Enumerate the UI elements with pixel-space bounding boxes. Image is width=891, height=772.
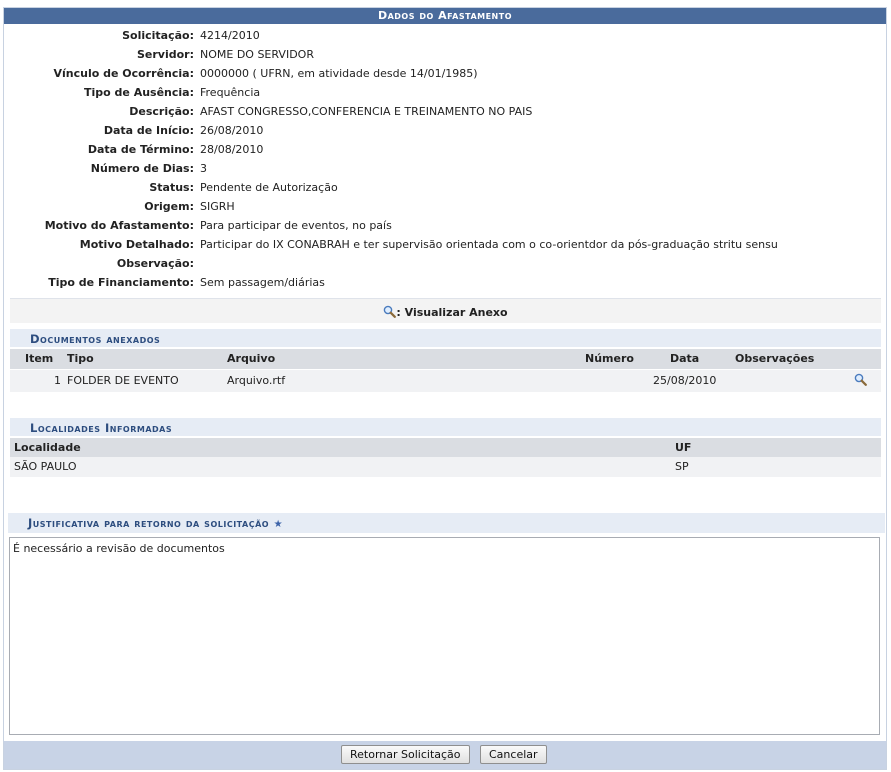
field-value: AFAST CONGRESSO,CONFERENCIA E TREINAMENT… xyxy=(200,105,533,118)
field-value: 0000000 ( UFRN, em atividade desde 14/01… xyxy=(200,67,478,80)
field-value: Participar do IX CONABRAH e ter supervis… xyxy=(200,238,778,251)
col-data: Data xyxy=(670,352,700,365)
cell-data: 25/08/2010 xyxy=(653,374,717,387)
cell-item: 1 xyxy=(54,374,61,387)
documents-table-header: Item Tipo Arquivo Número Data Observaçõe… xyxy=(10,349,881,369)
view-attachment-link[interactable]: : Visualizar Anexo xyxy=(383,305,508,319)
field-value: Sem passagem/diárias xyxy=(200,276,325,289)
field-label: Observação: xyxy=(116,257,194,270)
field-value: 26/08/2010 xyxy=(200,124,264,137)
col-arquivo: Arquivo xyxy=(227,352,276,365)
field-label: Solicitação: xyxy=(122,29,194,42)
field-label: Data de Término: xyxy=(87,143,194,156)
cell-localidade: SÃO PAULO xyxy=(14,460,77,473)
field-label: Tipo de Ausência: xyxy=(84,86,194,99)
return-request-button[interactable]: Retornar Solicitação xyxy=(341,745,470,764)
magnifier-icon xyxy=(384,305,397,318)
col-numero: Número xyxy=(585,352,634,365)
col-localidade: Localidade xyxy=(14,441,81,454)
cell-uf: SP xyxy=(675,460,689,473)
table-row: 1 FOLDER DE EVENTO Arquivo.rtf 25/08/201… xyxy=(10,370,881,392)
field-value: NOME DO SERVIDOR xyxy=(200,48,314,61)
table-row: SÃO PAULO SP xyxy=(10,457,881,477)
locations-table-header: Localidade UF xyxy=(10,438,881,458)
form-footer: Retornar Solicitação Cancelar xyxy=(4,741,886,769)
field-value: 3 xyxy=(200,162,207,175)
field-label: Status: xyxy=(149,181,194,194)
field-label: Tipo de Financiamento: xyxy=(48,276,194,289)
justification-textarea[interactable]: É necessário a revisão de documentos xyxy=(9,537,880,735)
field-label: Motivo Detalhado: xyxy=(79,238,194,251)
field-label: Vínculo de Ocorrência: xyxy=(53,67,194,80)
field-value: SIGRH xyxy=(200,200,235,213)
field-label: Servidor: xyxy=(136,48,194,61)
view-attachment-bar: : Visualizar Anexo xyxy=(10,298,881,323)
field-label: Motivo do Afastamento: xyxy=(44,219,194,232)
field-label: Número de Dias: xyxy=(90,162,194,175)
cell-arquivo: Arquivo.rtf xyxy=(227,374,286,387)
view-attachment-label: : Visualizar Anexo xyxy=(396,306,508,319)
cell-tipo: FOLDER DE EVENTO xyxy=(67,374,179,387)
field-value: 28/08/2010 xyxy=(200,143,264,156)
col-observacoes: Observações xyxy=(735,352,815,365)
field-value: Pendente de Autorização xyxy=(200,181,338,194)
justification-title-text: Justificativa para retorno da solicitaçã… xyxy=(28,516,270,530)
locations-section-title: Localidades Informadas xyxy=(10,418,881,436)
field-label: Origem: xyxy=(144,200,194,213)
field-label: Data de Início: xyxy=(103,124,194,137)
field-label: Descrição: xyxy=(129,105,194,118)
col-item: Item xyxy=(25,352,54,365)
documents-section-title: Documentos anexados xyxy=(10,329,881,347)
field-value: Frequência xyxy=(200,86,261,99)
col-uf: UF xyxy=(675,441,692,454)
field-value: Para participar de eventos, no país xyxy=(200,219,392,232)
required-star-icon: ★ xyxy=(273,519,284,530)
col-tipo: Tipo xyxy=(67,352,94,365)
magnifier-icon[interactable] xyxy=(854,373,867,386)
field-value: 4214/2010 xyxy=(200,29,260,42)
justification-title: Justificativa para retorno da solicitaçã… xyxy=(8,513,885,533)
panel-title: Dados do Afastamento xyxy=(4,8,886,24)
cancel-button[interactable]: Cancelar xyxy=(480,745,547,764)
